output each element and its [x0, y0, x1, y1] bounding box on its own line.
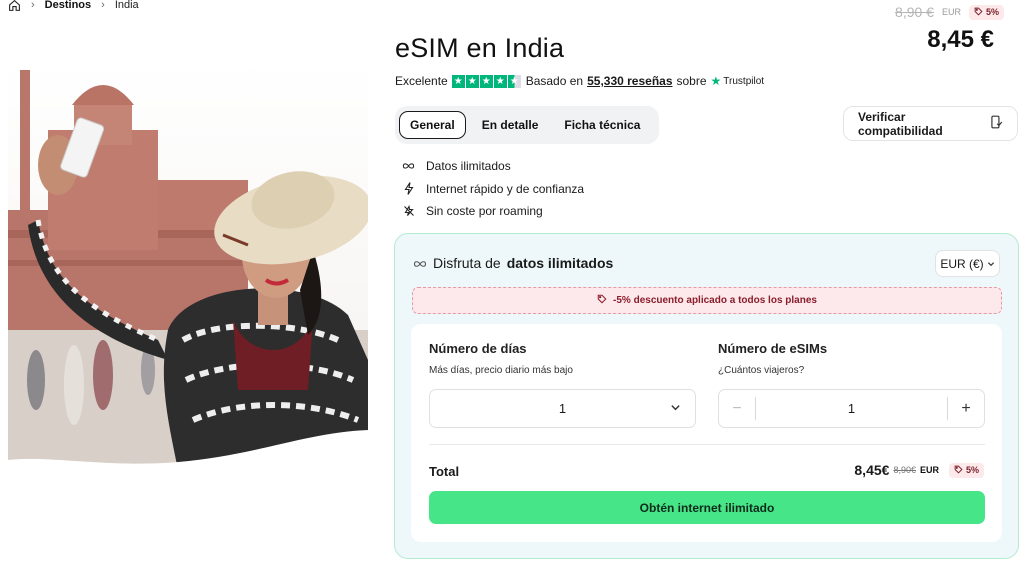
breadcrumb-item-current: India [114, 0, 139, 11]
chevron-right-icon: › [31, 0, 35, 11]
plan-heading-prefix: Disfruta de [433, 255, 501, 271]
tab-ficha-tecnica[interactable]: Ficha técnica [554, 112, 650, 138]
chevron-right-icon: › [101, 0, 105, 11]
feature-item: Datos ilimitados [402, 155, 584, 178]
plan-card: Número de días Más días, precio diario m… [411, 324, 1002, 542]
tag-icon [597, 294, 607, 307]
reviews-link[interactable]: 55,330 reseñas [587, 74, 672, 88]
no-roaming-icon [402, 205, 415, 217]
infinity-icon [413, 255, 427, 271]
star-icon: ★ [465, 74, 479, 88]
discount-notice: -5% descuento aplicado a todos los plane… [412, 287, 1002, 314]
verify-compatibility-button[interactable]: Verificar compatibilidad [843, 106, 1018, 141]
chevron-down-icon [987, 257, 995, 271]
infinity-icon [402, 162, 415, 170]
feature-item: Sin coste por roaming [402, 200, 584, 223]
price-old: 8,90 € [895, 4, 934, 20]
price-original-block: 8,90 € EUR 5% [895, 4, 1004, 20]
verify-compatibility-label: Verificar compatibilidad [858, 109, 943, 138]
star-icon: ★ [451, 74, 465, 88]
total-discount-badge-value: 5% [965, 465, 979, 475]
rating-stars: ★ ★ ★ ★ ★ [451, 74, 521, 88]
bolt-icon [402, 182, 415, 196]
esims-stepper: − 1 + [718, 389, 985, 428]
feature-label: Sin coste por roaming [426, 204, 543, 219]
discount-badge-value: 5% [985, 7, 999, 17]
tag-icon [954, 465, 963, 476]
trustpilot-name: Trustpilot [723, 75, 765, 87]
total-currency: EUR [919, 465, 939, 475]
esims-value[interactable]: 1 [756, 401, 947, 416]
days-select-value: 1 [558, 401, 567, 416]
plan-selector: Disfruta de datos ilimitados EUR (€) -5%… [394, 233, 1019, 559]
total-label: Total [429, 464, 460, 479]
days-subtitle: Más días, precio diario más bajo [429, 365, 573, 376]
trustpilot-rating: Excelente ★ ★ ★ ★ ★ Basado en 55,330 res… [395, 73, 764, 89]
chevron-down-icon [670, 402, 681, 416]
esims-subtitle: ¿Cuántos viajeros? [718, 365, 805, 376]
home-icon[interactable] [8, 0, 21, 12]
hero-image [8, 60, 368, 470]
divider [429, 444, 985, 445]
total-old: 8,90€ [893, 465, 916, 475]
breadcrumb: › Destinos › India [8, 0, 139, 12]
half-star-icon: ★ [507, 74, 521, 88]
esims-title: Número de eSIMs [718, 341, 828, 356]
trustpilot-star-icon: ★ [710, 74, 722, 88]
increment-button[interactable]: + [948, 390, 984, 427]
plan-heading: Disfruta de datos ilimitados [413, 255, 613, 271]
phone-check-icon [989, 115, 1003, 132]
tab-en-detalle[interactable]: En detalle [472, 112, 549, 138]
total-price: 8,45€ 8,90€ EUR 5% [854, 462, 984, 478]
discount-notice-text: -5% descuento aplicado a todos los plane… [613, 295, 817, 306]
currency-select-value: EUR (€) [940, 256, 984, 271]
star-icon: ★ [493, 74, 507, 88]
decrement-button[interactable]: − [719, 390, 755, 427]
tab-general[interactable]: General [399, 111, 466, 139]
star-icon: ★ [479, 74, 493, 88]
price-currency-code: EUR [941, 7, 961, 17]
get-unlimited-internet-button[interactable]: Obtén internet ilimitado [429, 491, 985, 524]
feature-list: Datos ilimitados Internet rápido y de co… [402, 155, 584, 223]
price-current: 8,45 € [927, 26, 994, 53]
feature-label: Datos ilimitados [426, 159, 511, 174]
days-select[interactable]: 1 [429, 389, 696, 428]
discount-badge: 5% [968, 4, 1004, 20]
rating-label: Excelente [395, 74, 448, 88]
total-current: 8,45€ [854, 462, 890, 478]
total-discount-badge: 5% [948, 462, 984, 478]
tag-icon [974, 7, 983, 18]
page-title: eSIM en India [395, 33, 565, 63]
rating-based-prefix: Basado en [525, 74, 584, 88]
tab-bar: General En detalle Ficha técnica [395, 106, 659, 144]
feature-label: Internet rápido y de confianza [426, 181, 585, 196]
plan-heading-strong: datos ilimitados [506, 255, 614, 271]
trustpilot-logo: ★ Trustpilot [711, 74, 765, 88]
feature-item: Internet rápido y de confianza [402, 178, 584, 201]
currency-select[interactable]: EUR (€) [935, 250, 1000, 277]
breadcrumb-item-destinos[interactable]: Destinos [45, 0, 91, 11]
rating-on: sobre [676, 74, 707, 88]
days-title: Número de días [429, 341, 527, 356]
